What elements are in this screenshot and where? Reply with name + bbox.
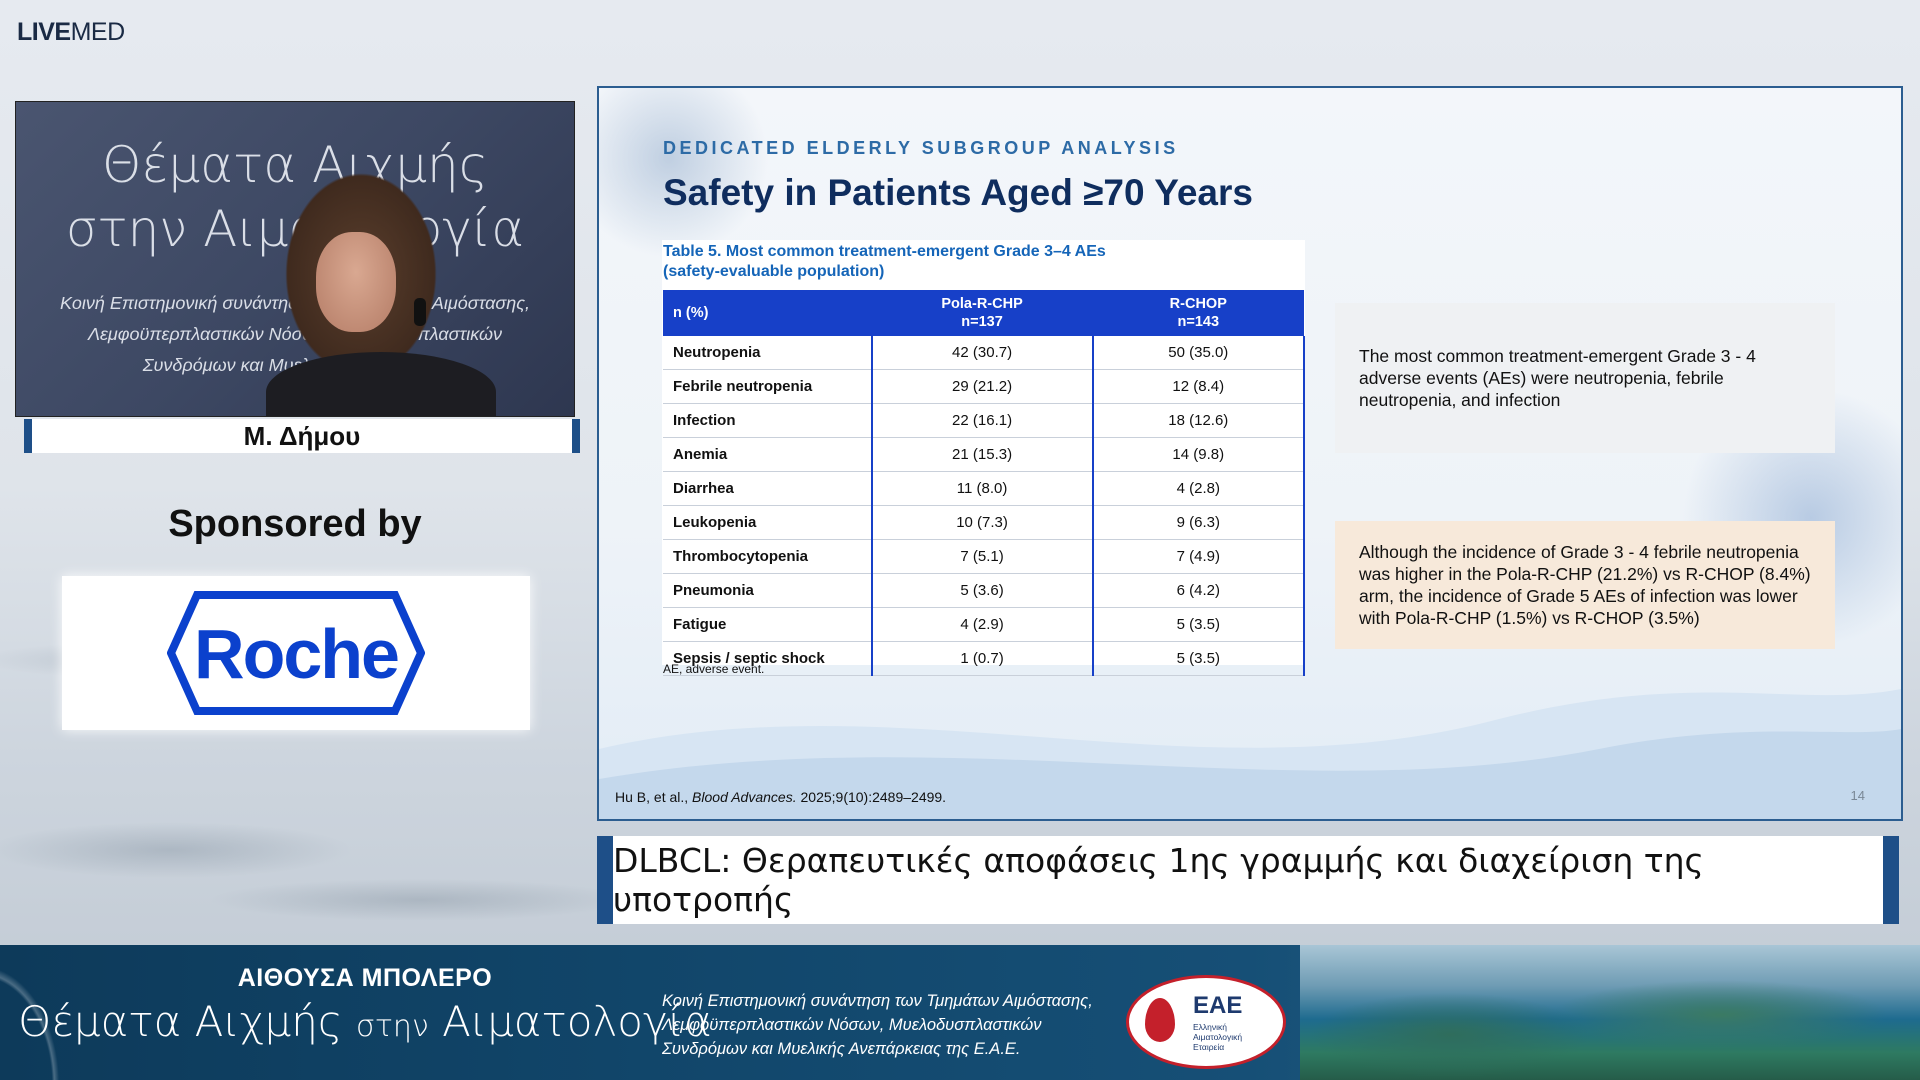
conference-description: Κοινή Επιστημονική συνάντηση των Τμημάτω… (662, 992, 1093, 1058)
sponsor-label: Sponsored by (168, 503, 422, 545)
table-row: Infection 22 (16.1) 18 (12.6) (663, 403, 1306, 438)
conference-title: Θέματα Αιχμής στην Αιματολογία (18, 997, 712, 1046)
table-row: Leukopenia 10 (7.3) 9 (6.3) (663, 505, 1306, 540)
table-header-row: n (%) Pola-R-CHP n=137 R-CHOP n=143 (663, 290, 1304, 336)
conference-banner: ΑΙΘΟΥΣΑ ΜΠΟΛΕΡΟ Θέματα Αιχμής στην Αιματ… (0, 945, 1920, 1080)
table-header-cell: Pola-R-CHP n=137 (871, 290, 1093, 336)
table-row: Diarrhea 11 (8.0) 4 (2.8) (663, 471, 1306, 506)
session-topic: DLBCL: Θεραπευτικές αποφάσεις 1ης γραμμή… (613, 841, 1704, 919)
presentation-slide: DEDICATED ELDERLY SUBGROUP ANALYSIS Safe… (597, 86, 1903, 821)
sponsor-logo-box: Roche (62, 576, 530, 730)
livemed-logo: LIVEMED (17, 18, 125, 46)
table-row: Febrile neutropenia 29 (21.2) 12 (8.4) (663, 369, 1306, 404)
microphone-icon (414, 298, 426, 326)
table-footnote: AE, adverse event. (663, 662, 765, 676)
roche-logo-text: Roche (194, 615, 400, 693)
slide-subtitle: DEDICATED ELDERLY SUBGROUP ANALYSIS (663, 138, 1179, 158)
table-row: Pneumonia 5 (3.6) 6 (4.2) (663, 573, 1306, 608)
slide-page-number: 14 (1850, 788, 1865, 803)
eae-logo: ΕΑΕ Ελληνική Αιματολογική Εταιρεία (1126, 975, 1286, 1069)
adverse-events-table: n (%) Pola-R-CHP n=137 R-CHOP n=143 Neutro… (663, 290, 1306, 676)
citation: Hu B, et al., Blood Advances. 2025;9(10)… (615, 789, 947, 805)
speaker-video: Θέματα Αιχμής στην Αιματολογία Κοινή Επι… (15, 101, 575, 417)
speaker-face (316, 232, 396, 332)
callout-highlight: Although the incidence of Grade 3 - 4 fe… (1335, 521, 1835, 649)
table-row: Anemia 21 (15.3) 14 (9.8) (663, 437, 1306, 472)
table-row: Thrombocytopenia 7 (5.1) 7 (4.9) (663, 539, 1306, 574)
table-caption: Table 5. Most common treatment-emergent … (663, 243, 1106, 280)
hall-name: ΑΙΘΟΥΣΑ ΜΠΟΛΕΡΟ (237, 964, 493, 992)
table-row: Fatigue 4 (2.9) 5 (3.5) (663, 607, 1306, 642)
table-row: Neutropenia 42 (30.7) 50 (35.0) (663, 336, 1306, 370)
table-header-cell: n (%) (663, 290, 872, 336)
table-header-cell: R-CHOP n=143 (1092, 290, 1304, 336)
callout-summary: The most common treatment-emergent Grade… (1335, 303, 1835, 453)
slide-title: Safety in Patients Aged ≥70 Years (663, 172, 1253, 213)
blood-drop-icon (1145, 998, 1175, 1042)
speaker-name-plate: Μ. Δήμου (24, 419, 580, 453)
banner-landscape-image (1300, 945, 1920, 1080)
session-topic-bar: DLBCL: Θεραπευτικές αποφάσεις 1ης γραμμή… (597, 836, 1899, 924)
